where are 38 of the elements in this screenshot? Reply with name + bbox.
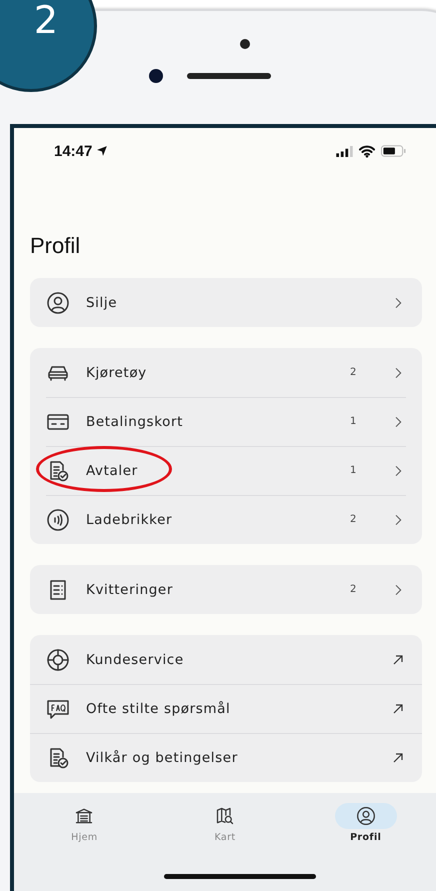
page-title: Profil	[30, 233, 82, 259]
wifi-icon	[359, 144, 375, 158]
location-arrow-icon	[96, 144, 110, 158]
status-time: 14:47	[54, 142, 92, 160]
item-label: Kundeservice	[86, 652, 184, 668]
item-label: Ladebrikker	[86, 512, 172, 528]
camera-lens	[149, 69, 163, 83]
menu-item[interactable]: Kundeservice	[30, 635, 422, 684]
item-label: Silje	[86, 294, 118, 310]
item-count: 2	[350, 584, 358, 595]
menu-item[interactable]: Kvitteringer 2	[30, 565, 422, 614]
signal-icon	[336, 146, 353, 156]
menu-item[interactable]: Ladebrikker 2	[30, 495, 422, 544]
menu-item[interactable]: Avtaler 1	[30, 446, 422, 495]
menu-item[interactable]: Vilkår og betingelser	[30, 733, 422, 782]
menu-item[interactable]: Ofte stilte spørsmål	[30, 684, 422, 733]
person-circle-icon	[356, 806, 376, 826]
item-label: Avtaler	[86, 462, 138, 478]
item-label: Kvitteringer	[86, 582, 173, 598]
map-search-icon	[215, 806, 235, 826]
item-label: Kjøretøy	[86, 364, 147, 380]
menu-item[interactable]: Betalingskort 1	[30, 397, 422, 446]
item-label: Ofte stilte spørsmål	[86, 700, 230, 716]
item-count: 2	[350, 514, 358, 525]
lifebuoy-icon	[46, 648, 70, 672]
battery-icon	[381, 145, 406, 157]
sensor-dot	[240, 39, 250, 49]
item-count: 1	[350, 465, 358, 476]
garage-icon	[74, 806, 94, 826]
item-label: Betalingskort	[86, 414, 184, 430]
item-label: Vilkår og betingelser	[86, 750, 238, 766]
tab-item[interactable]: Profil	[295, 803, 436, 858]
item-count: 1	[350, 416, 358, 427]
person-circle-icon	[46, 290, 70, 314]
menu-item[interactable]: Kjøretøy 2	[30, 348, 422, 397]
item-count: 2	[350, 367, 358, 378]
contactless-icon	[46, 508, 70, 532]
menu-item[interactable]: Silje	[30, 278, 422, 327]
